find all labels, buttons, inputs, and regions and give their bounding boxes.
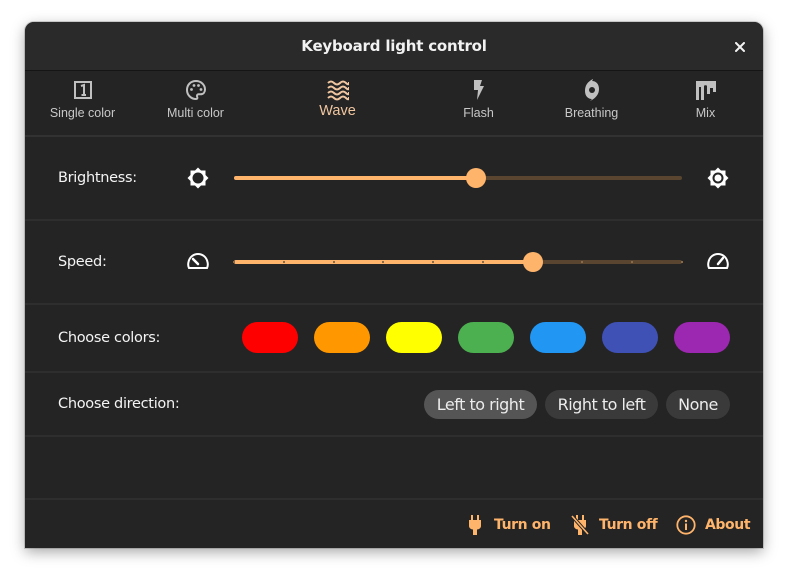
tab-label: Breathing bbox=[564, 106, 619, 120]
tab-label: Single color bbox=[49, 106, 116, 120]
plug-off-icon bbox=[571, 515, 589, 535]
turn-on-label: Turn on bbox=[494, 517, 551, 533]
turn-off-button[interactable]: Turn off bbox=[570, 514, 658, 536]
flash-icon bbox=[473, 80, 484, 100]
direction-none-button[interactable]: None bbox=[666, 390, 730, 419]
color-swatch-blue[interactable] bbox=[530, 322, 586, 353]
tab-wave[interactable]: Wave bbox=[300, 71, 375, 135]
brightness-label: Brightness: bbox=[58, 170, 137, 186]
info-icon bbox=[676, 515, 696, 535]
tab-mix[interactable]: Mix bbox=[668, 71, 743, 135]
speed-row: Speed: bbox=[25, 221, 763, 305]
tab-label: Multi color bbox=[167, 106, 224, 120]
plug-icon bbox=[469, 515, 481, 535]
window-title: Keyboard light control bbox=[301, 37, 487, 55]
brightness-row: Brightness: bbox=[25, 137, 763, 221]
colors-label: Choose colors: bbox=[58, 330, 161, 346]
tab-multi-color[interactable]: Multi color bbox=[158, 71, 233, 135]
speed-slow-icon bbox=[187, 252, 209, 269]
tab-breathing[interactable]: Breathing bbox=[554, 71, 629, 135]
brightness-high-icon bbox=[707, 167, 729, 189]
slider-tick bbox=[332, 261, 335, 263]
slider-handle[interactable] bbox=[465, 168, 486, 188]
slider-tick bbox=[631, 261, 634, 263]
speed-slider[interactable] bbox=[233, 252, 683, 272]
color-swatch-red[interactable] bbox=[242, 322, 298, 353]
tab-flash[interactable]: Flash bbox=[441, 71, 516, 135]
speed-label: Speed: bbox=[58, 254, 107, 270]
about-label: About bbox=[705, 517, 751, 533]
color-swatch-green[interactable] bbox=[458, 322, 514, 353]
brightness-low-icon bbox=[187, 167, 209, 189]
slider-tick bbox=[432, 261, 435, 263]
slider-tick bbox=[681, 261, 683, 263]
color-swatch-orange[interactable] bbox=[314, 322, 370, 353]
turn-on-button[interactable]: Turn on bbox=[465, 514, 551, 536]
slider-tick bbox=[382, 261, 385, 263]
slider-tick bbox=[481, 261, 484, 263]
app-window: Keyboard light control Single color Mult… bbox=[25, 22, 763, 548]
slider-tick bbox=[233, 261, 235, 263]
mode-tabs: Single color Multi color Wave Flash Brea… bbox=[25, 71, 763, 137]
slider-handle[interactable] bbox=[522, 252, 543, 272]
breathing-icon bbox=[584, 79, 599, 101]
wave-icon bbox=[326, 80, 349, 101]
tab-single-color[interactable]: Single color bbox=[45, 71, 120, 135]
tab-label: Wave bbox=[319, 103, 356, 119]
color-swatch-yellow[interactable] bbox=[386, 322, 442, 353]
tab-label: Mix bbox=[695, 106, 716, 120]
mix-icon bbox=[695, 81, 716, 100]
speed-fast-icon bbox=[707, 252, 729, 269]
brightness-high-button bbox=[706, 166, 730, 190]
slider-fill bbox=[234, 176, 476, 180]
brightness-low-button bbox=[186, 166, 210, 190]
color-swatch-purple[interactable] bbox=[674, 322, 730, 353]
speed-fast-button bbox=[706, 250, 730, 274]
brightness-slider[interactable] bbox=[234, 168, 682, 188]
slider-tick bbox=[282, 261, 285, 263]
footer-bar: Turn on Turn off About bbox=[25, 498, 763, 548]
close-icon bbox=[735, 42, 745, 52]
slider-tick bbox=[581, 261, 584, 263]
tab-label: Flash bbox=[463, 106, 494, 120]
palette-icon bbox=[185, 79, 206, 101]
direction-label: Choose direction: bbox=[58, 396, 180, 412]
close-button[interactable] bbox=[729, 36, 751, 58]
color-swatch-indigo[interactable] bbox=[602, 322, 658, 353]
about-button[interactable]: About bbox=[676, 514, 751, 536]
single-color-icon bbox=[73, 81, 92, 99]
turn-off-label: Turn off bbox=[599, 517, 658, 533]
title-bar: Keyboard light control bbox=[25, 22, 763, 71]
speed-slow-button bbox=[186, 250, 210, 274]
direction-right-to-left-button[interactable]: Right to left bbox=[545, 390, 658, 419]
direction-left-to-right-button[interactable]: Left to right bbox=[424, 390, 537, 419]
